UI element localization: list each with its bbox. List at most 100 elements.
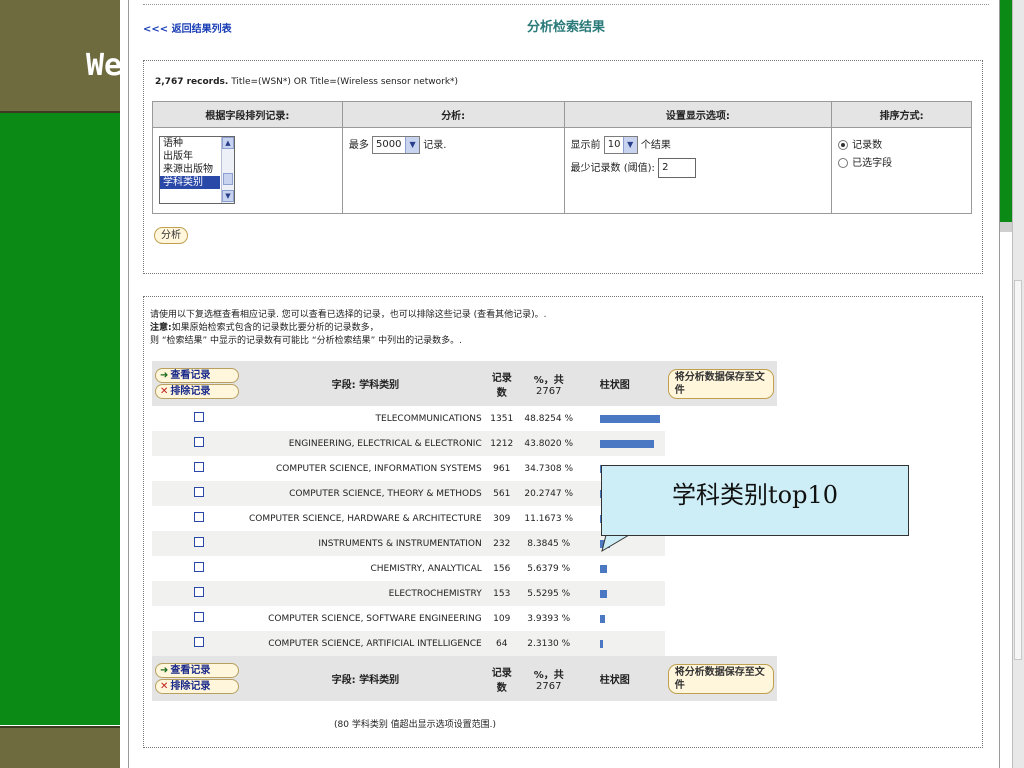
- row-field: COMPUTER SCIENCE, ARTIFICIAL INTELLIGENC…: [246, 631, 485, 656]
- row-percent: 48.8254 %: [524, 413, 574, 424]
- scroll-up-icon[interactable]: ▲: [222, 137, 234, 149]
- row-bar: [599, 589, 607, 598]
- field-column-footer: 字段: 学科类别: [246, 656, 485, 701]
- window-scrollbar-thumb[interactable]: [1014, 280, 1022, 660]
- bar-column-footer: 柱状图: [596, 656, 665, 701]
- row-count: 309: [493, 513, 511, 524]
- query-summary: 2,767 records. Title=(WSN*) OR Title=(Wi…: [155, 77, 458, 87]
- row-checkbox[interactable]: [194, 537, 204, 547]
- count-column-footer: 记录数: [484, 656, 519, 701]
- row-bar: [599, 439, 654, 448]
- row-count: 232: [484, 531, 519, 556]
- row-checkbox[interactable]: [194, 412, 204, 422]
- exclude-records-button-bottom[interactable]: ✕ 排除记录: [155, 679, 239, 694]
- table-row: COMPUTER SCIENCE, ARTIFICIAL INTELLIGENC…: [152, 631, 777, 656]
- options-table: 根据字段排列记录: 分析: 设置显示选项: 排序方式: 语种 出版年 来源出版物…: [152, 101, 972, 214]
- row-field: COMPUTER SCIENCE, SOFTWARE ENGINEERING: [268, 613, 482, 624]
- analysis-page: <<< 返回结果列表 分析检索结果 2,767 records. Title=(…: [128, 0, 1000, 768]
- row-field: COMPUTER SCIENCE, THEORY & METHODS: [246, 481, 485, 506]
- close-icon: ✕: [160, 386, 169, 397]
- show-suffix: 个结果: [640, 140, 671, 151]
- row-bar: [599, 614, 605, 623]
- min-records-input[interactable]: 2: [658, 158, 697, 178]
- header-display-options: 设置显示选项:: [563, 101, 833, 128]
- save-to-file-button-bottom[interactable]: 将分析数据保存至文件: [667, 663, 774, 694]
- row-checkbox[interactable]: [194, 487, 204, 497]
- row-percent: 2.3130 %: [518, 631, 579, 656]
- row-field: INSTRUMENTS & INSTRUMENTATION: [246, 531, 485, 556]
- row-count: 961: [493, 463, 511, 474]
- header-analyze: 分析:: [341, 101, 565, 128]
- row-checkbox[interactable]: [194, 437, 204, 447]
- scroll-down-icon[interactable]: ▼: [222, 190, 234, 202]
- show-count-value: 10: [607, 139, 621, 150]
- row-field: COMPUTER SCIENCE, HARDWARE & ARCHITECTUR…: [249, 513, 482, 524]
- save-to-file-button[interactable]: 将分析数据保存至文件: [667, 368, 774, 399]
- row-field: ENGINEERING, ELECTRICAL & ELECTRONIC: [246, 431, 485, 456]
- note-label: 注意:: [150, 323, 172, 333]
- chevron-down-icon[interactable]: ▼: [622, 137, 637, 153]
- results-header-bottom: ➜ 查看记录 ✕ 排除记录 字段: 学科类别 记录数 %，共 2767 柱状图 将分析…: [152, 656, 777, 701]
- field-option-selected[interactable]: 学科类别: [160, 176, 220, 189]
- row-field: CHEMISTRY, ANALYTICAL: [370, 563, 482, 574]
- listbox-scrollbar[interactable]: ▲ ▼: [221, 137, 234, 203]
- row-percent: 5.6379 %: [527, 563, 571, 574]
- row-checkbox[interactable]: [194, 637, 204, 647]
- arrow-right-icon: ➜: [160, 665, 169, 676]
- slide-green-panel: [0, 113, 120, 725]
- max-records-value: 5000: [376, 139, 402, 150]
- analysis-options-panel: 2,767 records. Title=(WSN*) OR Title=(Wi…: [143, 60, 983, 274]
- query-text: Title=(WSN*) OR Title=(Wireless sensor n…: [231, 77, 459, 87]
- row-percent: 5.5295 %: [518, 581, 579, 606]
- view-records-button[interactable]: ➜ 查看记录: [155, 368, 239, 383]
- chevron-down-icon[interactable]: ▼: [405, 137, 420, 153]
- row-count: 109: [493, 613, 511, 624]
- analyze-prefix: 最多: [348, 140, 369, 151]
- row-field: COMPUTER SCIENCE, INFORMATION SYSTEMS: [275, 463, 482, 474]
- radio-selected-icon[interactable]: [838, 140, 849, 150]
- percent-column-footer: %，共 2767: [518, 656, 579, 701]
- arrow-right-icon: ➜: [160, 370, 169, 381]
- row-checkbox[interactable]: [194, 612, 204, 622]
- row-checkbox[interactable]: [194, 587, 204, 597]
- row-count: 1351: [490, 413, 514, 424]
- back-to-results-link[interactable]: <<< 返回结果列表: [143, 20, 232, 35]
- row-bar: [599, 639, 603, 648]
- row-bar: [599, 414, 660, 423]
- analyze-button[interactable]: 分析: [154, 227, 188, 244]
- sort-records-label: 记录数: [852, 140, 883, 151]
- sort-option-field[interactable]: 已选字段: [838, 154, 965, 169]
- top-divider: [143, 4, 989, 5]
- show-count-select[interactable]: 10 ▼: [603, 136, 638, 154]
- results-header-top: ➜ 查看记录 ✕ 排除记录 字段: 学科类别 记录数 %，共 2767 柱状图 将分析…: [152, 361, 777, 406]
- listbox-scroll-thumb[interactable]: [223, 173, 233, 185]
- row-field: ELECTROCHEMISTRY: [246, 581, 485, 606]
- min-records-label: 最少记录数 (阈值):: [570, 163, 655, 174]
- row-percent: 34.7308 %: [524, 463, 574, 474]
- exclude-records-button[interactable]: ✕ 排除记录: [155, 384, 239, 399]
- field-listbox[interactable]: 语种 出版年 来源出版物 学科类别 ▲ ▼: [159, 136, 235, 204]
- table-row: COMPUTER SCIENCE, SOFTWARE ENGINEERING 10…: [152, 606, 777, 631]
- show-prefix: 显示前: [570, 140, 601, 151]
- slide-title-fragment: We: [86, 48, 123, 83]
- row-field: TELECOMMUNICATIONS: [375, 413, 482, 424]
- row-checkbox[interactable]: [194, 462, 204, 472]
- table-row: TELECOMMUNICATIONS 1351 48.8254 %: [152, 406, 777, 431]
- row-count: 64: [484, 631, 519, 656]
- table-row: CHEMISTRY, ANALYTICAL 156 5.6379 %: [152, 556, 777, 581]
- row-percent: 8.3845 %: [518, 531, 579, 556]
- note-line-1: 请使用以下复选框查看相应记录. 您可以查看已选择的记录，也可以排除这些记录 (查…: [150, 310, 547, 320]
- table-row: ENGINEERING, ELECTRICAL & ELECTRONIC 1212…: [152, 431, 777, 456]
- header-rank-by-field: 根据字段排列记录:: [152, 101, 343, 128]
- view-records-button-bottom[interactable]: ➜ 查看记录: [155, 663, 239, 678]
- row-checkbox[interactable]: [194, 512, 204, 522]
- row-percent: 11.1673 %: [524, 513, 574, 524]
- overflow-note: (80 学科类别 值超出显示选项设置范围.): [334, 720, 497, 730]
- slide-footer-band: [0, 726, 120, 768]
- row-bar: [599, 539, 610, 548]
- row-checkbox[interactable]: [194, 562, 204, 572]
- radio-unselected-icon[interactable]: [838, 158, 849, 168]
- max-records-select[interactable]: 5000 ▼: [372, 136, 421, 154]
- analyze-suffix: 记录.: [423, 140, 447, 151]
- sort-option-records[interactable]: 记录数: [838, 136, 965, 151]
